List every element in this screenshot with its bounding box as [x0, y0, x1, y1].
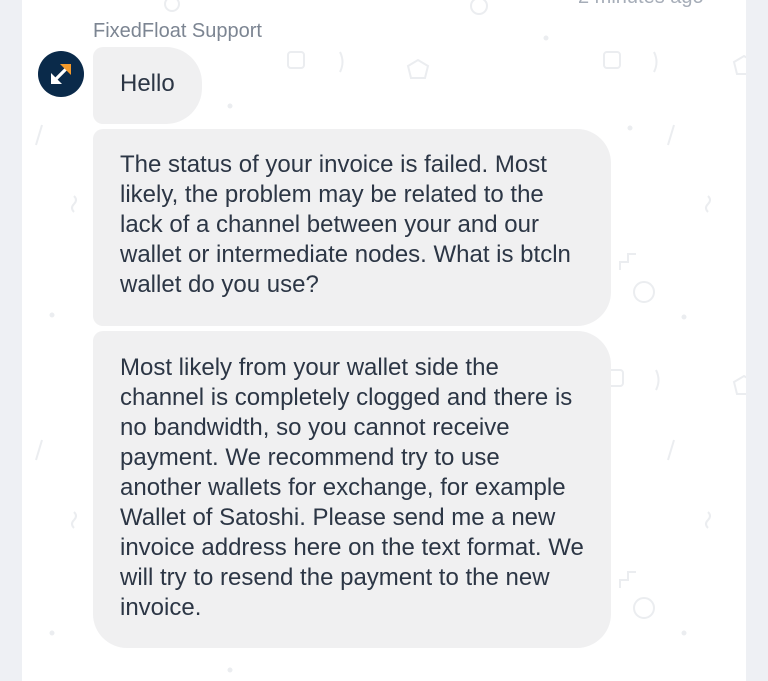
message-bubble-hello: Hello	[93, 47, 202, 124]
message-bubble-invoice-failed: The status of your invoice is failed. Mo…	[93, 129, 611, 326]
fixedfloat-logo-icon	[51, 64, 71, 84]
sender-name: FixedFloat Support	[93, 20, 262, 42]
chat-panel: 2 minutes ago FixedFloat Support Hello T…	[22, 0, 746, 681]
message-bubble-wallet-advice: Most likely from your wallet side the ch…	[93, 331, 611, 648]
message-timestamp: 2 minutes ago	[578, 0, 704, 9]
avatar	[38, 51, 84, 97]
